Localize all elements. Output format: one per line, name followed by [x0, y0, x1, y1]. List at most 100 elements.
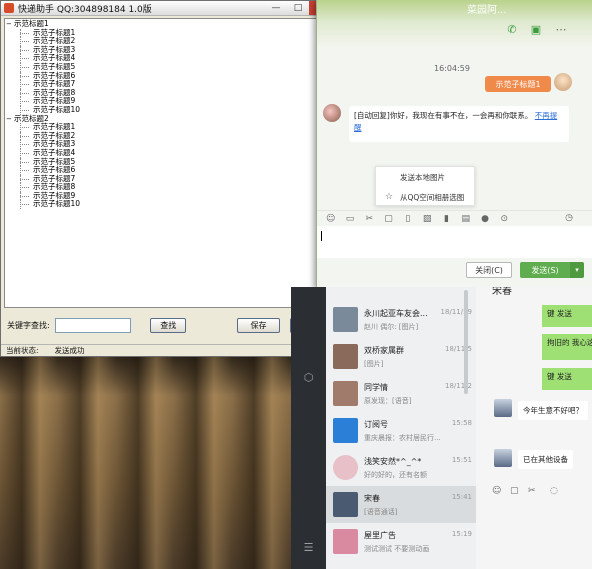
mic-icon[interactable]: ●	[475, 214, 494, 224]
folder-icon[interactable]: ▢	[379, 214, 398, 224]
conversation-preview: 测试测试 不要测动画	[364, 544, 430, 553]
more-options-icon[interactable]: ⋯	[554, 22, 568, 36]
conversation-avatar	[333, 455, 358, 480]
gif-icon[interactable]: ▭	[340, 214, 359, 224]
phone-call-icon[interactable]: ✆	[505, 22, 519, 36]
cube-icon[interactable]: ⬡	[301, 370, 316, 384]
conversation-item[interactable]: 双桥家属群 18/11/5 [图片]	[326, 338, 476, 375]
helper-window: 快递助手 QQ:304898184 1.0版 — □ × 示范标题1示范子标题1…	[0, 0, 338, 357]
my-avatar[interactable]	[554, 73, 572, 91]
helper-title: 快递助手 QQ:304898184 1.0版	[18, 4, 152, 15]
incoming-message[interactable]: 已在其他设备	[518, 450, 573, 469]
app-icon	[4, 3, 14, 13]
contact-avatar[interactable]	[494, 449, 512, 467]
message-area: 16:04:59 示范子标题1 [自动回复]你好，我现在有事不在，一会再和你联系…	[317, 48, 592, 210]
conversation-avatar	[333, 418, 358, 443]
minimize-button[interactable]: —	[265, 1, 287, 15]
conversation-item[interactable]: 浅笑安然*^_^* 15:51 好的好的，还有名额	[326, 449, 476, 486]
conversation-avatar	[333, 492, 358, 517]
close-chat-button[interactable]: 关闭(C)	[466, 262, 512, 278]
doc-icon[interactable]: ▤	[456, 214, 475, 224]
conversation-list: 永川起亚车友会... 18/11/29 赵川 偶尔: [图片] 双桥家属群 18/11/…	[326, 287, 476, 569]
main-chat-panel: 宋春 键 发送 拘旧的 我心这 键 发送 今年生意不好吧？ 已在其他设备 ☺ ▢…	[476, 287, 592, 569]
text-caret	[321, 231, 322, 241]
search-button[interactable]: 查找	[150, 317, 186, 333]
star-icon: ☆	[385, 192, 394, 202]
title-tree[interactable]: 示范标题1示范子标题1示范子标题2示范子标题3示范子标题4示范子标题5示范子标题…	[4, 18, 334, 308]
conversation-name: 同学情	[364, 382, 388, 392]
incoming-message[interactable]: 今年生意不好吧？	[518, 401, 588, 420]
conversation-item[interactable]: 永川起亚车友会... 18/11/29 赵川 偶尔: [图片]	[326, 301, 476, 338]
status-value: 发送成功	[54, 346, 85, 355]
conversation-time: 15:58	[451, 418, 472, 427]
background-reflection	[0, 354, 340, 569]
contact-avatar[interactable]	[323, 104, 341, 122]
search-row: 关键字查找: 查找 保存 取消	[7, 317, 333, 333]
conversation-item[interactable]: 屋里广告 15:19 测试测试 不要测动画	[326, 523, 476, 560]
conversation-name: 屋里广告	[364, 530, 396, 540]
emoji-icon[interactable]: ☺	[321, 214, 340, 224]
video-call-icon[interactable]: ▣	[529, 22, 543, 36]
conversation-name: 双桥家属群	[364, 345, 404, 355]
scissors-icon[interactable]: ✂	[360, 214, 379, 224]
conversation-item[interactable]: 同学情 18/11/2 原发现：[语音]	[326, 375, 476, 412]
conversation-item[interactable]: 宋春 15:41 [语音通话]	[326, 486, 476, 523]
maximize-button[interactable]: □	[287, 1, 309, 15]
input-toolbar: ☺ ▭ ✂ ▢ ▯ ▨ ▮ ▤ ● ⊙ ◷	[317, 210, 592, 226]
message-input[interactable]	[317, 226, 592, 258]
conversation-preview: [语音通话]	[364, 507, 398, 516]
conversation-item[interactable]: 订阅号 15:58 重庆晨报：农村居民行...	[326, 412, 476, 449]
conversation-avatar	[333, 529, 358, 554]
incoming-bubble[interactable]: [自动回复]你好，我现在有事不在，一会再和你联系。 不再提醒	[349, 106, 569, 142]
conversation-time: 15:51	[451, 455, 472, 464]
image-menu: 发送本地图片 ☆ 从QQ空间相册选图	[375, 166, 475, 206]
outgoing-bubble[interactable]: 示范子标题1	[485, 76, 551, 92]
message-timestamp: 16:04:59	[434, 64, 470, 73]
menu-icon[interactable]: ☰	[301, 540, 316, 554]
outgoing-message[interactable]: 键 发送	[542, 368, 592, 390]
screen-icon[interactable]: ▯	[398, 214, 417, 224]
save-button[interactable]: 保存	[237, 317, 280, 333]
conversation-preview: 赵川 偶尔: [图片]	[364, 322, 419, 331]
menu-send-local-image[interactable]: 发送本地图片	[376, 167, 474, 187]
tree-child-node[interactable]: 示范子标题10	[8, 105, 330, 115]
helper-titlebar[interactable]: 快递助手 QQ:304898184 1.0版 — □ ×	[1, 1, 337, 16]
tree-child-node[interactable]: 示范子标题10	[8, 200, 330, 209]
conversation-preview: [图片]	[364, 359, 384, 368]
search-label: 关键字查找:	[7, 320, 50, 330]
more-icon[interactable]: ⊙	[495, 214, 514, 224]
scissors-icon[interactable]: ✂	[528, 486, 536, 496]
emoji-icon[interactable]: ☺	[492, 486, 501, 496]
send-button[interactable]: 发送(S)	[520, 262, 570, 278]
chat-title: 菜园阿...	[467, 5, 507, 16]
conversation-time: 15:41	[451, 492, 472, 501]
main-chat-name: 宋春	[492, 287, 512, 297]
chat-window: 菜园阿... ✆ ▣ ⋯ 16:04:59 示范子标题1 [自动回复]你好，我现…	[316, 0, 592, 287]
conversation-time: 15:19	[451, 529, 472, 538]
chat-bubble-icon[interactable]: ◌	[550, 486, 558, 496]
send-options-button[interactable]: ▾	[570, 262, 584, 278]
menu-qzone-album[interactable]: ☆ 从QQ空间相册选图	[376, 187, 474, 207]
conversation-preview: 好的好的，还有名额	[364, 470, 427, 479]
conversation-name: 浅笑安然*^_^*	[364, 456, 422, 466]
list-scrollbar[interactable]	[464, 290, 468, 394]
status-label: 当前状态:	[6, 346, 39, 355]
history-icon[interactable]: ◷	[565, 213, 573, 223]
conversation-name: 永川起亚车友会...	[364, 308, 428, 318]
search-input[interactable]	[55, 317, 132, 333]
contact-avatar[interactable]	[494, 399, 512, 417]
incoming-text: [自动回复]你好，我现在有事不在，一会再和你联系。	[354, 111, 533, 120]
folder-icon[interactable]: ▢	[510, 486, 519, 496]
qq-sidebar: ⬡ ☰	[291, 287, 326, 569]
conversation-avatar	[333, 381, 358, 406]
outgoing-message[interactable]: 拘旧的 我心这	[542, 334, 592, 360]
chat-header[interactable]: 菜园阿... ✆ ▣ ⋯	[317, 0, 592, 48]
conversation-name: 宋春	[364, 493, 380, 503]
conversation-avatar	[333, 307, 358, 332]
phone-icon[interactable]: ▮	[437, 214, 456, 224]
conversation-name: 订阅号	[364, 419, 388, 429]
image-icon[interactable]: ▨	[417, 214, 436, 224]
status-bar: 当前状态: 发送成功	[1, 344, 337, 356]
conversation-avatar	[333, 344, 358, 369]
outgoing-message[interactable]: 键 发送	[542, 305, 592, 327]
